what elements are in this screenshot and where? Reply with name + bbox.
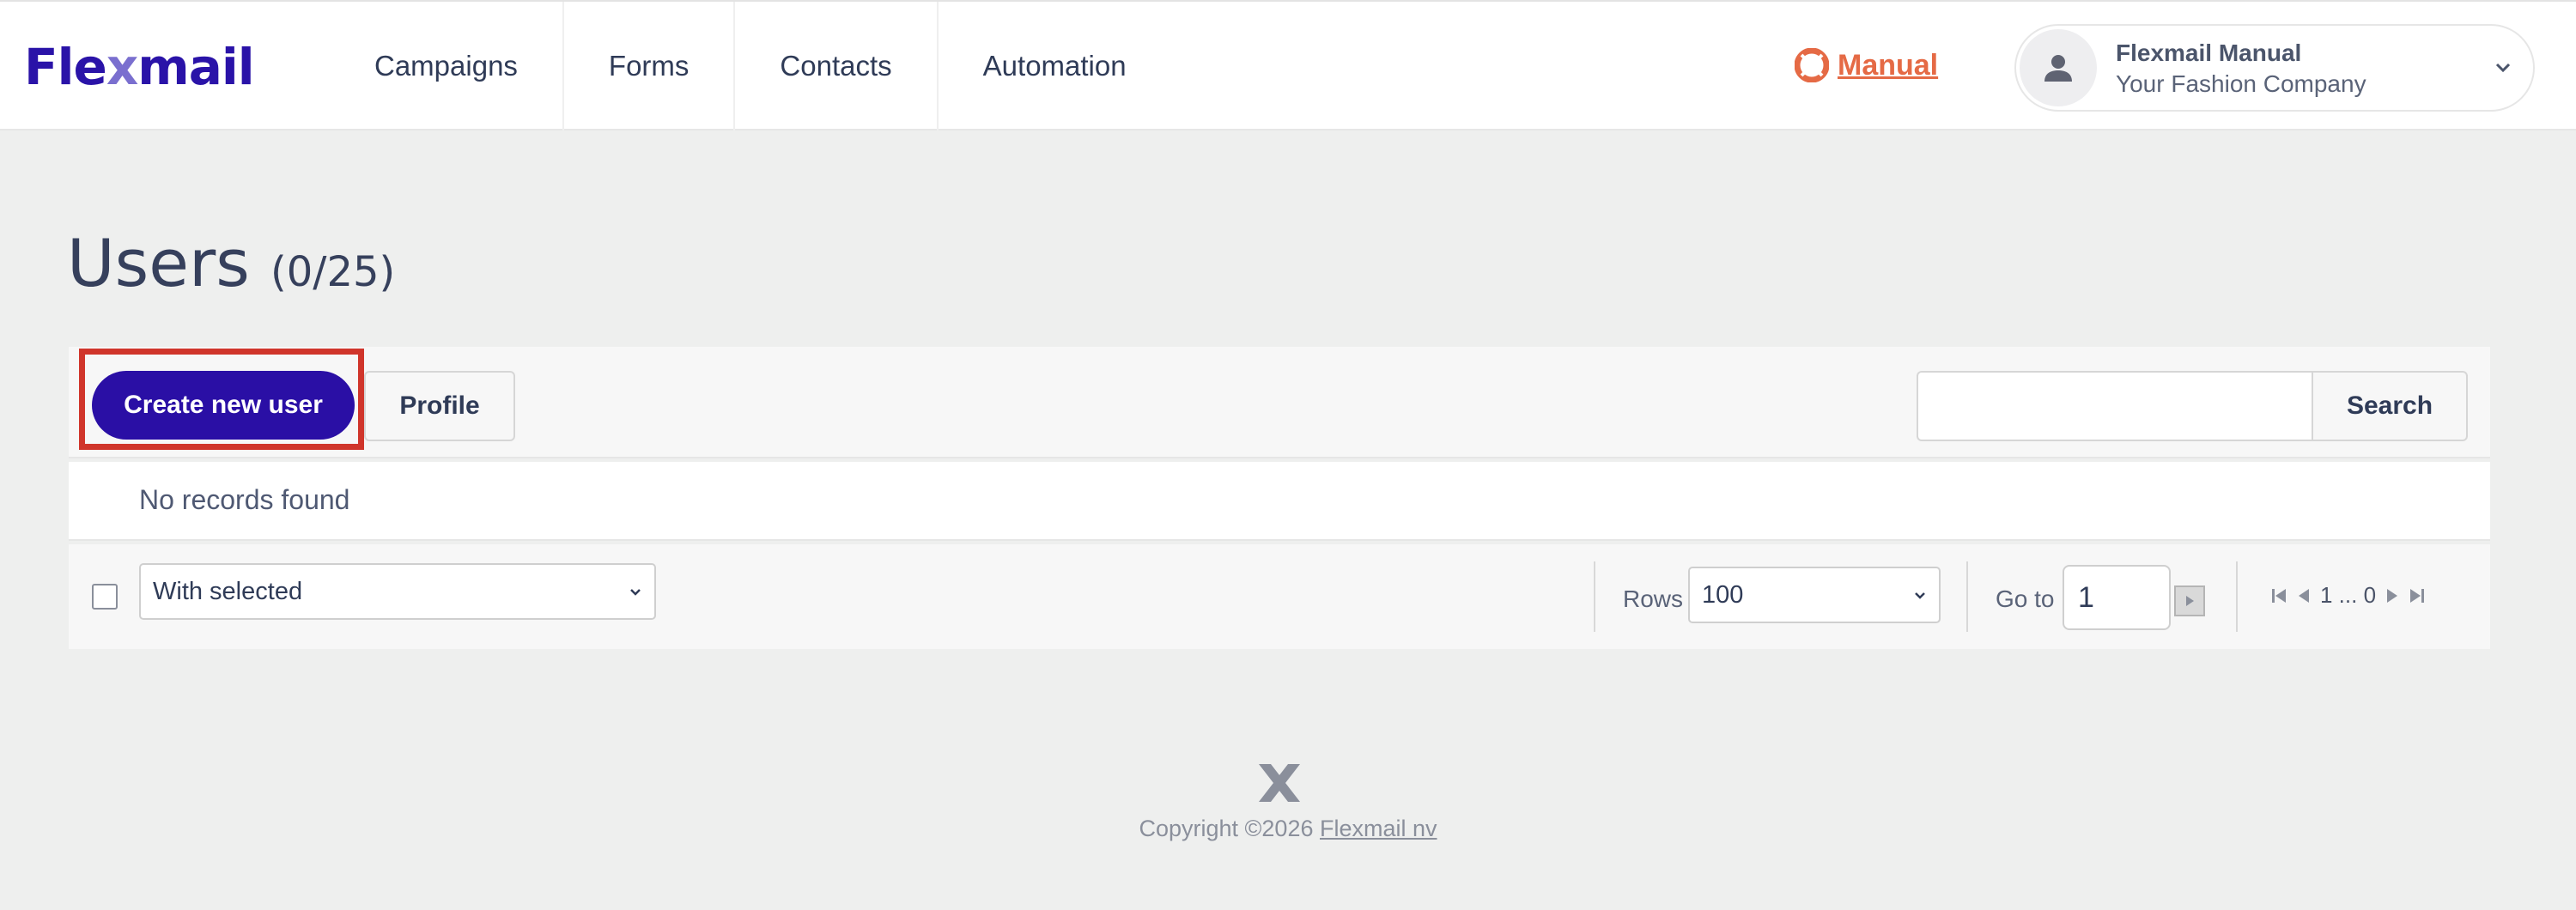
chevron-down-icon [630, 589, 641, 596]
company-link[interactable]: Flexmail nv [1320, 816, 1437, 841]
create-new-user-button[interactable]: Create new user [92, 371, 355, 440]
goto-page-input[interactable]: 1 [2063, 565, 2171, 630]
goto-label: Go to [1996, 585, 2055, 612]
records-area: No records found [69, 462, 2490, 541]
search-input[interactable] [1917, 371, 2313, 441]
account-menu[interactable]: Flexmail Manual Your Fashion Company [2014, 24, 2535, 112]
rows-label: Rows [1623, 585, 1684, 612]
rows-value: 100 [1702, 580, 1744, 609]
bulk-action-value: With selected [153, 577, 303, 605]
first-page-icon[interactable] [2269, 585, 2289, 606]
user-count: (0/25) [270, 248, 396, 296]
chevron-down-icon [1915, 592, 1925, 599]
page-indicator: 1 ... 0 [2320, 582, 2377, 608]
divider [2236, 561, 2238, 632]
manual-label: Manual [1838, 48, 1939, 82]
last-page-icon[interactable] [2407, 585, 2427, 606]
empty-message: No records found [139, 484, 350, 515]
account-company: Your Fashion Company [2116, 70, 2366, 97]
next-page-icon[interactable] [2381, 585, 2402, 606]
divider [1594, 561, 1595, 632]
top-header: Flexmail Campaigns Forms Contacts Automa… [0, 0, 2576, 130]
nav-campaigns[interactable]: Campaigns [330, 2, 564, 130]
copyright-text: Copyright ©2026 Flexmail nv [1139, 816, 1437, 841]
avatar [2020, 29, 2097, 106]
nav-forms[interactable]: Forms [564, 2, 736, 130]
account-name: Flexmail Manual [2116, 39, 2302, 66]
play-icon [2186, 596, 2194, 606]
divider [1966, 561, 1968, 632]
select-all-checkbox[interactable] [92, 584, 118, 610]
rows-per-page-select[interactable]: 100 [1688, 567, 1941, 623]
flexmail-x-logo-icon [1259, 764, 1300, 802]
pagination: 1 ... 0 [2269, 582, 2427, 609]
previous-page-icon[interactable] [2294, 585, 2315, 606]
chevron-down-icon [2495, 63, 2511, 73]
search-button[interactable]: Search [2312, 371, 2468, 441]
flexmail-logo[interactable]: Flexmail [24, 36, 255, 98]
goto-page-button[interactable] [2174, 585, 2205, 616]
table-footer-bar: With selected Rows 100 Go to 1 1 ... 0 [69, 544, 2490, 649]
nav-automation[interactable]: Automation [939, 2, 1171, 130]
page-title: Users (0/25) [67, 225, 396, 301]
profile-button[interactable]: Profile [364, 371, 515, 441]
manual-link[interactable]: Manual [1795, 48, 1938, 82]
bulk-action-select[interactable]: With selected [139, 563, 656, 620]
main-nav: Campaigns Forms Contacts Automation [330, 2, 1171, 130]
nav-contacts[interactable]: Contacts [735, 2, 939, 130]
lifebuoy-icon [1795, 48, 1829, 82]
user-icon [2044, 55, 2072, 82]
